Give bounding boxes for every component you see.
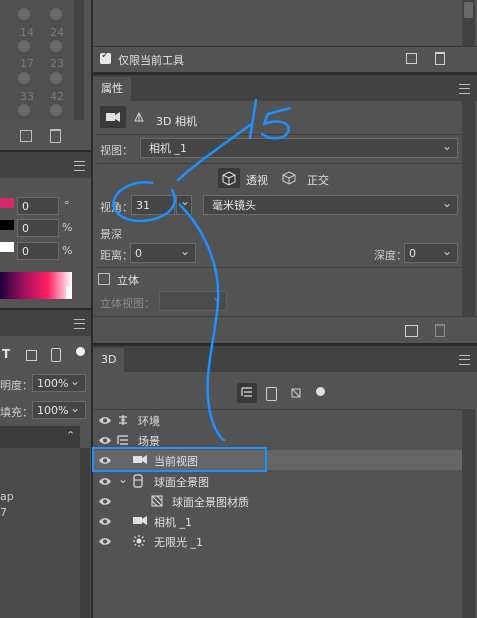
annotation-stroke xyxy=(176,123,252,182)
annotation-digit-5 xyxy=(260,106,292,140)
annotation-digit-1 xyxy=(248,98,258,140)
annotation-circle xyxy=(112,181,176,223)
annotation-arrow xyxy=(178,203,226,442)
handwritten-annotation xyxy=(92,98,292,472)
highlight-box xyxy=(92,447,267,472)
